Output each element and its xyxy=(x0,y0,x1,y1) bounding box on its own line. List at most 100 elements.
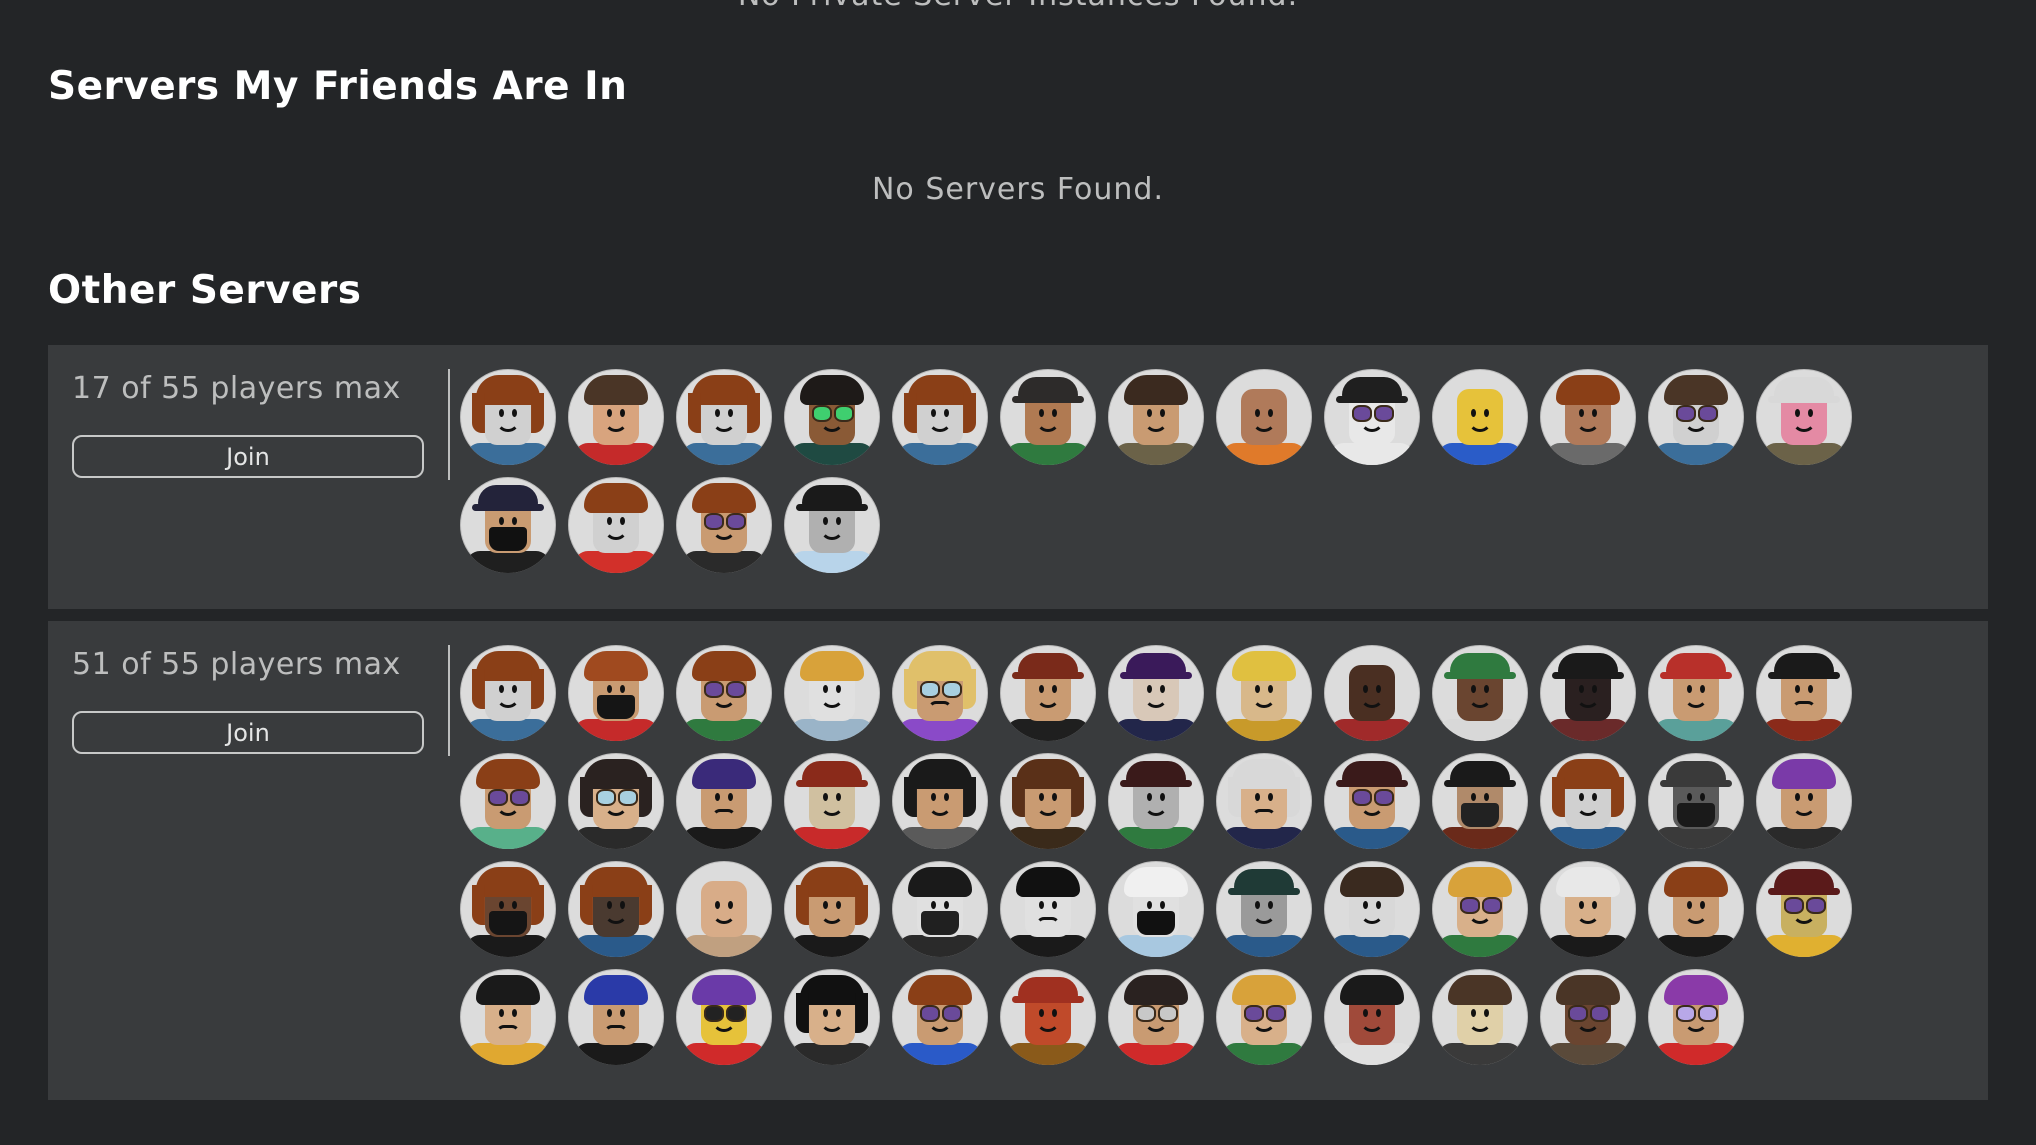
avatar-eye xyxy=(1376,685,1381,693)
avatar-torso xyxy=(1006,935,1090,957)
player-avatar[interactable] xyxy=(892,645,988,741)
avatar-torso xyxy=(1006,1043,1090,1065)
avatar-torso xyxy=(1114,1043,1198,1065)
player-avatar[interactable] xyxy=(1432,861,1528,957)
avatar-hat xyxy=(1012,977,1084,1003)
friends-servers-empty-message: No Servers Found. xyxy=(871,172,1165,207)
player-avatar[interactable] xyxy=(1648,969,1744,1065)
avatar-mask xyxy=(489,911,527,935)
avatar-hair xyxy=(1664,975,1728,1005)
avatar-eye xyxy=(607,1009,612,1017)
player-avatar[interactable] xyxy=(676,645,772,741)
player-avatar[interactable] xyxy=(1324,369,1420,465)
player-avatar[interactable] xyxy=(676,861,772,957)
player-avatar[interactable] xyxy=(1756,645,1852,741)
avatar-eye xyxy=(1471,685,1476,693)
avatar-hat-brim xyxy=(1444,672,1516,679)
player-avatar[interactable] xyxy=(892,861,988,957)
player-avatar[interactable] xyxy=(1108,369,1204,465)
player-avatar[interactable] xyxy=(1000,645,1096,741)
avatar-eye xyxy=(823,793,828,801)
avatar-hair xyxy=(908,867,972,897)
player-avatar[interactable] xyxy=(1432,753,1528,849)
player-avatar[interactable] xyxy=(1324,861,1420,957)
player-avatar[interactable] xyxy=(1324,753,1420,849)
player-avatar[interactable] xyxy=(1216,645,1312,741)
player-avatar[interactable] xyxy=(460,477,556,573)
player-avatar[interactable] xyxy=(676,369,772,465)
player-avatar[interactable] xyxy=(676,753,772,849)
avatar-hair xyxy=(476,867,540,897)
player-avatar[interactable] xyxy=(892,753,988,849)
avatar-torso xyxy=(790,1043,874,1065)
player-avatar[interactable] xyxy=(568,369,664,465)
player-avatar[interactable] xyxy=(568,969,664,1065)
player-avatar[interactable] xyxy=(892,969,988,1065)
player-avatar[interactable] xyxy=(1540,969,1636,1065)
player-avatar[interactable] xyxy=(1108,753,1204,849)
avatar-mouth xyxy=(1576,696,1600,708)
player-avatar[interactable] xyxy=(1216,753,1312,849)
avatar-hat-brim xyxy=(1660,780,1732,787)
player-avatar[interactable] xyxy=(568,645,664,741)
player-avatar[interactable] xyxy=(1324,645,1420,741)
player-avatar[interactable] xyxy=(460,861,556,957)
avatar-eye xyxy=(1700,685,1705,693)
player-avatar[interactable] xyxy=(892,369,988,465)
player-avatar[interactable] xyxy=(676,969,772,1065)
avatar-eye xyxy=(1579,409,1584,417)
player-avatar[interactable] xyxy=(568,477,664,573)
player-avatar[interactable] xyxy=(1756,753,1852,849)
player-avatar[interactable] xyxy=(1648,861,1744,957)
player-avatar[interactable] xyxy=(1216,369,1312,465)
player-avatar[interactable] xyxy=(568,753,664,849)
player-avatar[interactable] xyxy=(460,369,556,465)
player-avatar[interactable] xyxy=(1108,645,1204,741)
avatar-eye xyxy=(512,901,517,909)
player-avatar[interactable] xyxy=(1216,969,1312,1065)
player-avatar[interactable] xyxy=(784,753,880,849)
avatar-mouth xyxy=(604,528,628,540)
player-avatar[interactable] xyxy=(1648,645,1744,741)
player-avatar[interactable] xyxy=(1648,753,1744,849)
player-avatar[interactable] xyxy=(1324,969,1420,1065)
player-avatar[interactable] xyxy=(1000,861,1096,957)
player-avatar[interactable] xyxy=(460,969,556,1065)
player-avatar[interactable] xyxy=(1432,369,1528,465)
player-avatar[interactable] xyxy=(1756,369,1852,465)
player-avatar[interactable] xyxy=(1000,969,1096,1065)
avatar-glasses xyxy=(1244,1005,1286,1022)
avatar-torso xyxy=(1006,443,1090,465)
player-avatar[interactable] xyxy=(1000,369,1096,465)
player-avatar[interactable] xyxy=(1108,861,1204,957)
player-avatar[interactable] xyxy=(568,861,664,957)
player-avatar[interactable] xyxy=(1108,969,1204,1065)
player-avatar[interactable] xyxy=(784,369,880,465)
player-avatar[interactable] xyxy=(1216,861,1312,957)
player-avatar[interactable] xyxy=(784,645,880,741)
player-avatar[interactable] xyxy=(1540,369,1636,465)
player-avatar[interactable] xyxy=(1000,753,1096,849)
player-avatar[interactable] xyxy=(676,477,772,573)
player-avatar[interactable] xyxy=(784,861,880,957)
avatar-hair xyxy=(800,651,864,681)
player-avatar[interactable] xyxy=(784,477,880,573)
player-avatar[interactable] xyxy=(1540,861,1636,957)
player-avatar[interactable] xyxy=(1432,969,1528,1065)
avatar-hair xyxy=(692,483,756,513)
avatar-hat xyxy=(1660,653,1732,679)
player-avatar[interactable] xyxy=(1756,861,1852,957)
player-avatar[interactable] xyxy=(1540,645,1636,741)
avatar-hair xyxy=(476,375,540,405)
player-count: 17 of 55 players max xyxy=(72,371,401,406)
player-avatar[interactable] xyxy=(460,645,556,741)
player-avatar[interactable] xyxy=(1648,369,1744,465)
player-avatar[interactable] xyxy=(460,753,556,849)
player-avatar[interactable] xyxy=(784,969,880,1065)
player-count: 51 of 55 players max xyxy=(72,647,401,682)
join-server-button[interactable]: Join xyxy=(72,435,424,478)
player-avatar[interactable] xyxy=(1432,645,1528,741)
player-avatar[interactable] xyxy=(1540,753,1636,849)
avatar-eye xyxy=(1039,685,1044,693)
join-server-button[interactable]: Join xyxy=(72,711,424,754)
